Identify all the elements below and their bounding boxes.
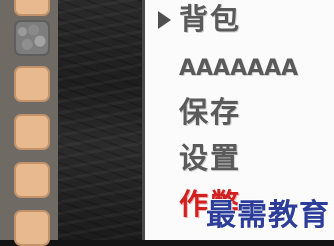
watermark-logo: 最需教育 <box>206 198 330 233</box>
inventory-slot[interactable] <box>14 162 50 198</box>
selection-cursor-icon <box>158 11 171 29</box>
game-world-view <box>58 0 142 240</box>
inventory-slot-strip <box>0 0 58 246</box>
inventory-slot[interactable] <box>14 66 50 102</box>
inventory-slot[interactable] <box>14 114 50 150</box>
inventory-slot-stone[interactable] <box>14 20 50 56</box>
menu-item-backpack[interactable]: 背包 <box>179 2 241 36</box>
inventory-slot[interactable] <box>14 0 50 16</box>
menu-item-settings[interactable]: 设置 <box>179 141 241 175</box>
menu-item-save[interactable]: 保存 <box>179 95 241 129</box>
inventory-slot[interactable] <box>14 210 50 246</box>
menu-item-player-name[interactable]: AAAAAAA <box>179 52 298 86</box>
